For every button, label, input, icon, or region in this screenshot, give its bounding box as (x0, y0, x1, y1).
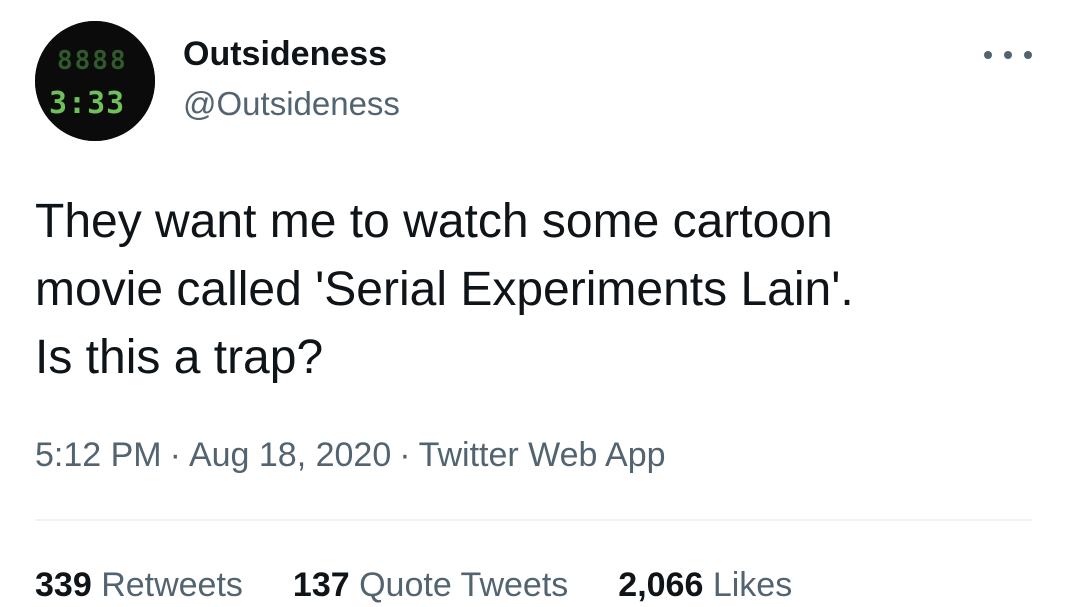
tweet-text-line: Is this a trap? (35, 331, 324, 384)
svg-text:8888: 8888 (57, 46, 128, 76)
tweet-source[interactable]: Twitter Web App (419, 436, 666, 474)
divider (35, 519, 1032, 521)
tweet-card: 8888 3:33 Outsideness @Outsideness They … (0, 0, 1067, 606)
author-handle[interactable]: @Outsideness (183, 84, 400, 124)
tweet-text: They want me to watch some cartoon movie… (35, 188, 1035, 392)
tweet-metadata: 5:12 PM · Aug 18, 2020 · Twitter Web App (35, 433, 666, 477)
quote-tweets-label: Quote Tweets (359, 566, 569, 604)
meta-separator: · (399, 436, 411, 474)
tweet-text-line: They want me to watch some cartoon (35, 195, 833, 248)
tweet-time[interactable]: 5:12 PM (35, 436, 162, 474)
tweet-date[interactable]: Aug 18, 2020 (189, 436, 391, 474)
meta-separator: · (169, 436, 181, 474)
likes-stat[interactable]: 2,066 Likes (618, 563, 792, 607)
quote-tweets-stat[interactable]: 137 Quote Tweets (293, 563, 568, 607)
more-dot (984, 51, 992, 59)
more-options-icon[interactable] (984, 40, 1032, 70)
tweet-text-line: movie called 'Serial Experiments Lain'. (35, 263, 854, 316)
retweets-count: 339 (35, 566, 92, 604)
retweets-label: Retweets (101, 566, 243, 604)
retweets-stat[interactable]: 339 Retweets (35, 563, 243, 607)
more-dot (1004, 51, 1012, 59)
quote-tweets-count: 137 (292, 566, 350, 604)
more-dot (1024, 51, 1032, 59)
avatar-image: 8888 3:33 (35, 21, 155, 141)
avatar-clock-text: 3:33 (49, 86, 125, 121)
tweet-stats: 339 Retweets 137 Quote Tweets 2,066 Like… (35, 563, 842, 607)
author-display-name[interactable]: Outsideness (183, 34, 387, 74)
likes-label: Likes (712, 566, 793, 604)
avatar[interactable]: 8888 3:33 (35, 21, 155, 141)
likes-count: 2,066 (618, 566, 704, 604)
